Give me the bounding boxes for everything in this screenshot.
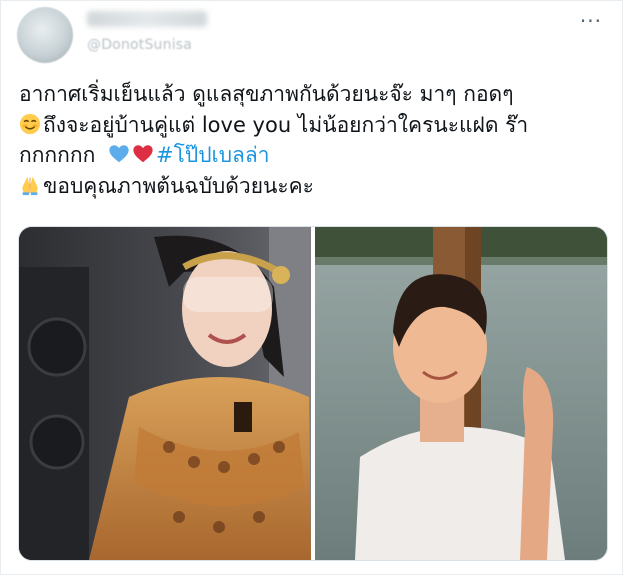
tweet-line-2: ถึงจะอยู่บ้านคู่แต่ love you ไม่น้อยกว่า… — [19, 110, 614, 141]
tweet-line-1: อากาศเริ่มเย็นแล้ว ดูแลสุขภาพกันด้วยนะจ๊… — [19, 82, 514, 106]
photo-woman-thai-costume[interactable] — [19, 227, 311, 560]
tweet-card: @DonotSunisa ··· อากาศเริ่มเย็นแล้ว ดูแล… — [0, 0, 623, 575]
tweet-line-2-text: ถึงจะอยู่บ้านคู่แต่ love you ไม่น้อยกว่า… — [43, 112, 529, 137]
avatar[interactable] — [17, 7, 73, 63]
red-heart-emoji — [133, 145, 153, 163]
photo-man-white-tshirt[interactable] — [315, 227, 607, 560]
user-handle[interactable]: @DonotSunisa — [87, 37, 192, 53]
tweet-line-4: ขอบคุณภาพต้นฉบับด้วยนะคะ — [19, 171, 614, 202]
tweet-line-4-text: ขอบคุณภาพต้นฉบับด้วยนะคะ — [43, 173, 314, 198]
smiling-face-emoji — [19, 113, 41, 134]
tweet-text: อากาศเริ่มเย็นแล้ว ดูแลสุขภาพกันด้วยนะจ๊… — [19, 79, 614, 201]
tweet-line-3-text: กกกกกก — [19, 143, 96, 167]
more-options-icon[interactable]: ··· — [580, 9, 602, 33]
photo-woman-illustration — [19, 227, 311, 560]
tweet-media — [18, 226, 608, 561]
display-name-blurred[interactable] — [87, 11, 207, 27]
folded-hands-emoji — [22, 176, 38, 195]
hashtag-link[interactable]: #โป๊ปเบลล่า — [156, 143, 270, 167]
tweet-line-3: กกกกกก #โป๊ปเบลล่า — [19, 140, 614, 171]
blue-heart-emoji — [109, 145, 129, 163]
photo-man-illustration — [315, 227, 607, 560]
